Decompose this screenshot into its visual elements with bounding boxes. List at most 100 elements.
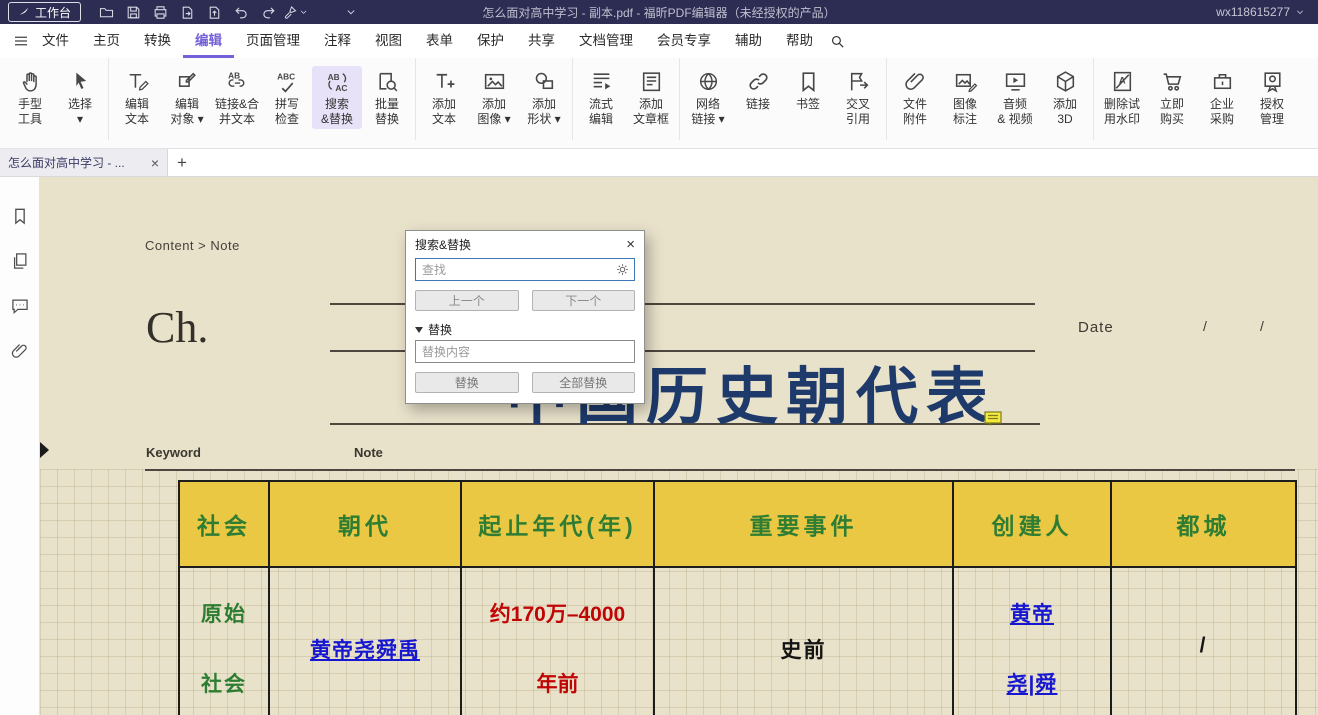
new-tab-button[interactable]: + [168,149,196,176]
date-slash: / [1203,318,1207,334]
ribbon-item-label: 编辑 [125,97,149,112]
find-options-button[interactable] [614,261,631,278]
ribbon-buy-now[interactable]: 立即购买 [1147,66,1197,129]
watermark-remove-icon [1110,69,1135,94]
menu-home[interactable]: 主页 [81,24,132,58]
ribbon-remove-trial-watermark[interactable]: 删除试用水印 [1097,66,1147,129]
menu-share[interactable]: 共享 [516,24,567,58]
ribbon-spell-check[interactable]: 拼写检查 [262,66,312,129]
ribbon-add-article-box[interactable]: 添加文章框 [626,66,676,129]
menu-protect[interactable]: 保护 [465,24,516,58]
ribbon-add-image[interactable]: 添加图像 ▾ [469,66,519,129]
customize-toolbar-dropdown[interactable] [337,1,364,23]
open-file-button[interactable] [93,1,120,23]
ribbon-group-license: 删除试用水印 立即购买 企业采购 授权管理 [1094,58,1300,140]
menu-comment[interactable]: 注释 [312,24,363,58]
ribbon-bookmark[interactable]: 书签 [783,66,833,114]
export-doc-icon [179,4,196,21]
audio-video-icon [1003,69,1028,94]
previous-button[interactable]: 上一个 [415,290,519,311]
ribbon-edit-text[interactable]: 编辑文本 [112,66,162,129]
document-tab[interactable]: 怎么面对高中学习 - ... × [0,149,168,176]
link-huangdi-yaoshunyu[interactable]: 黄帝尧舜禹 [310,634,420,664]
ribbon-item-label: 链接 [746,97,770,112]
ribbon-enterprise-purchase[interactable]: 企业采购 [1197,66,1247,129]
menu-member-exclusive[interactable]: 会员专享 [645,24,723,58]
ribbon-image-annotation[interactable]: 图像标注 [940,66,990,129]
ribbon-file-attachment[interactable]: 文件附件 [890,66,940,129]
find-input[interactable] [415,258,635,281]
ribbon-batch-replace[interactable]: 批量替换 [362,66,412,129]
ribbon-item-label: 标注 [953,112,977,127]
ribbon-license-management[interactable]: 授权管理 [1247,66,1297,129]
bookmark-icon [796,69,821,94]
menu-document-management[interactable]: 文档管理 [567,24,645,58]
menu-view[interactable]: 视图 [363,24,414,58]
link-huangdi[interactable]: 黄帝 [1010,598,1054,628]
ribbon-add-shape[interactable]: 添加形状 ▾ [519,66,569,129]
link-yaoshun[interactable]: 尧|舜 [1007,668,1058,698]
ribbon-flow-edit[interactable]: 流式编辑 [576,66,626,129]
menu-accessibility[interactable]: 辅助 [723,24,774,58]
save-button[interactable] [120,1,147,23]
dialog-titlebar[interactable]: 搜索&替换 × [406,231,644,257]
panel-expand-handle[interactable] [40,442,49,458]
ribbon-select[interactable]: 选择▾ [55,66,105,129]
ribbon-item-label: 3D [1057,112,1072,127]
dialog-close-button[interactable]: × [626,237,635,252]
format-brush-button[interactable] [282,1,309,23]
chevron-down-icon [1294,6,1306,18]
print-button[interactable] [147,1,174,23]
ribbon-link[interactable]: 链接 [733,66,783,114]
ribbon-audio-video[interactable]: 音频& 视频 [990,66,1040,129]
workspace-button[interactable]: 工作台 [8,2,81,22]
text-comment-annotation-icon[interactable] [984,411,1002,426]
paperclip-icon [903,69,928,94]
hand-icon [18,69,43,94]
menu-page-management[interactable]: 页面管理 [234,24,312,58]
ribbon-hand-tool[interactable]: 手型工具 [5,66,55,129]
ribbon-web-link[interactable]: 网络链接 ▾ [683,66,733,129]
ribbon-item-label: 形状 ▾ [527,112,560,127]
edit-object-icon [175,69,200,94]
ribbon-cross-reference[interactable]: 交叉引用 [833,66,883,129]
tab-title: 怎么面对高中学习 - ... [8,154,145,171]
format-brush-icon [282,4,298,21]
col-header-society: 社会 [179,481,269,567]
menu-form[interactable]: 表单 [414,24,465,58]
ribbon-search-replace[interactable]: 搜索&替换 [312,66,362,129]
ribbon-item-label: 购买 [1160,112,1184,127]
pages-panel-icon[interactable] [10,251,30,271]
bookmarks-panel-icon[interactable] [10,206,30,226]
menu-help[interactable]: 帮助 [774,24,825,58]
replace-button[interactable]: 替换 [415,372,519,393]
ribbon-item-label: 用水印 [1104,112,1140,127]
ribbon-add-3d[interactable]: 添加3D [1040,66,1090,129]
attachments-panel-icon[interactable] [10,341,30,361]
menu-convert[interactable]: 转换 [132,24,183,58]
account-menu[interactable]: wx118615277 [1216,5,1306,19]
workspace-label: 工作台 [35,4,71,21]
date-slash: / [1260,318,1264,334]
comments-panel-icon[interactable] [10,296,30,316]
table-header-row: 社会 朝代 起止年代(年) 重要事件 创建人 都城 [179,481,1296,567]
hamburger-menu-icon[interactable] [12,32,30,50]
ribbon-link-join-text[interactable]: 链接&合并文本 [212,66,262,129]
redo-button[interactable] [255,1,282,23]
undo-button[interactable] [228,1,255,23]
ribbon-item-label: 搜索 [325,97,349,112]
replace-section-toggle[interactable]: 替换 [415,321,635,338]
ribbon-edit-object[interactable]: 编辑对象 ▾ [162,66,212,129]
search-icon[interactable] [829,33,846,50]
share-doc-button[interactable] [201,1,228,23]
tab-close-button[interactable]: × [151,156,159,170]
menu-edit[interactable]: 编辑 [183,24,234,58]
chevron-down-icon [298,6,309,18]
replace-all-button[interactable]: 全部替换 [532,372,636,393]
ribbon-add-text[interactable]: 添加文本 [419,66,469,129]
menu-file[interactable]: 文件 [30,24,81,58]
ribbon-item-label: 管理 [1260,112,1284,127]
next-button[interactable]: 下一个 [532,290,636,311]
replace-input[interactable] [415,340,635,363]
export-button[interactable] [174,1,201,23]
